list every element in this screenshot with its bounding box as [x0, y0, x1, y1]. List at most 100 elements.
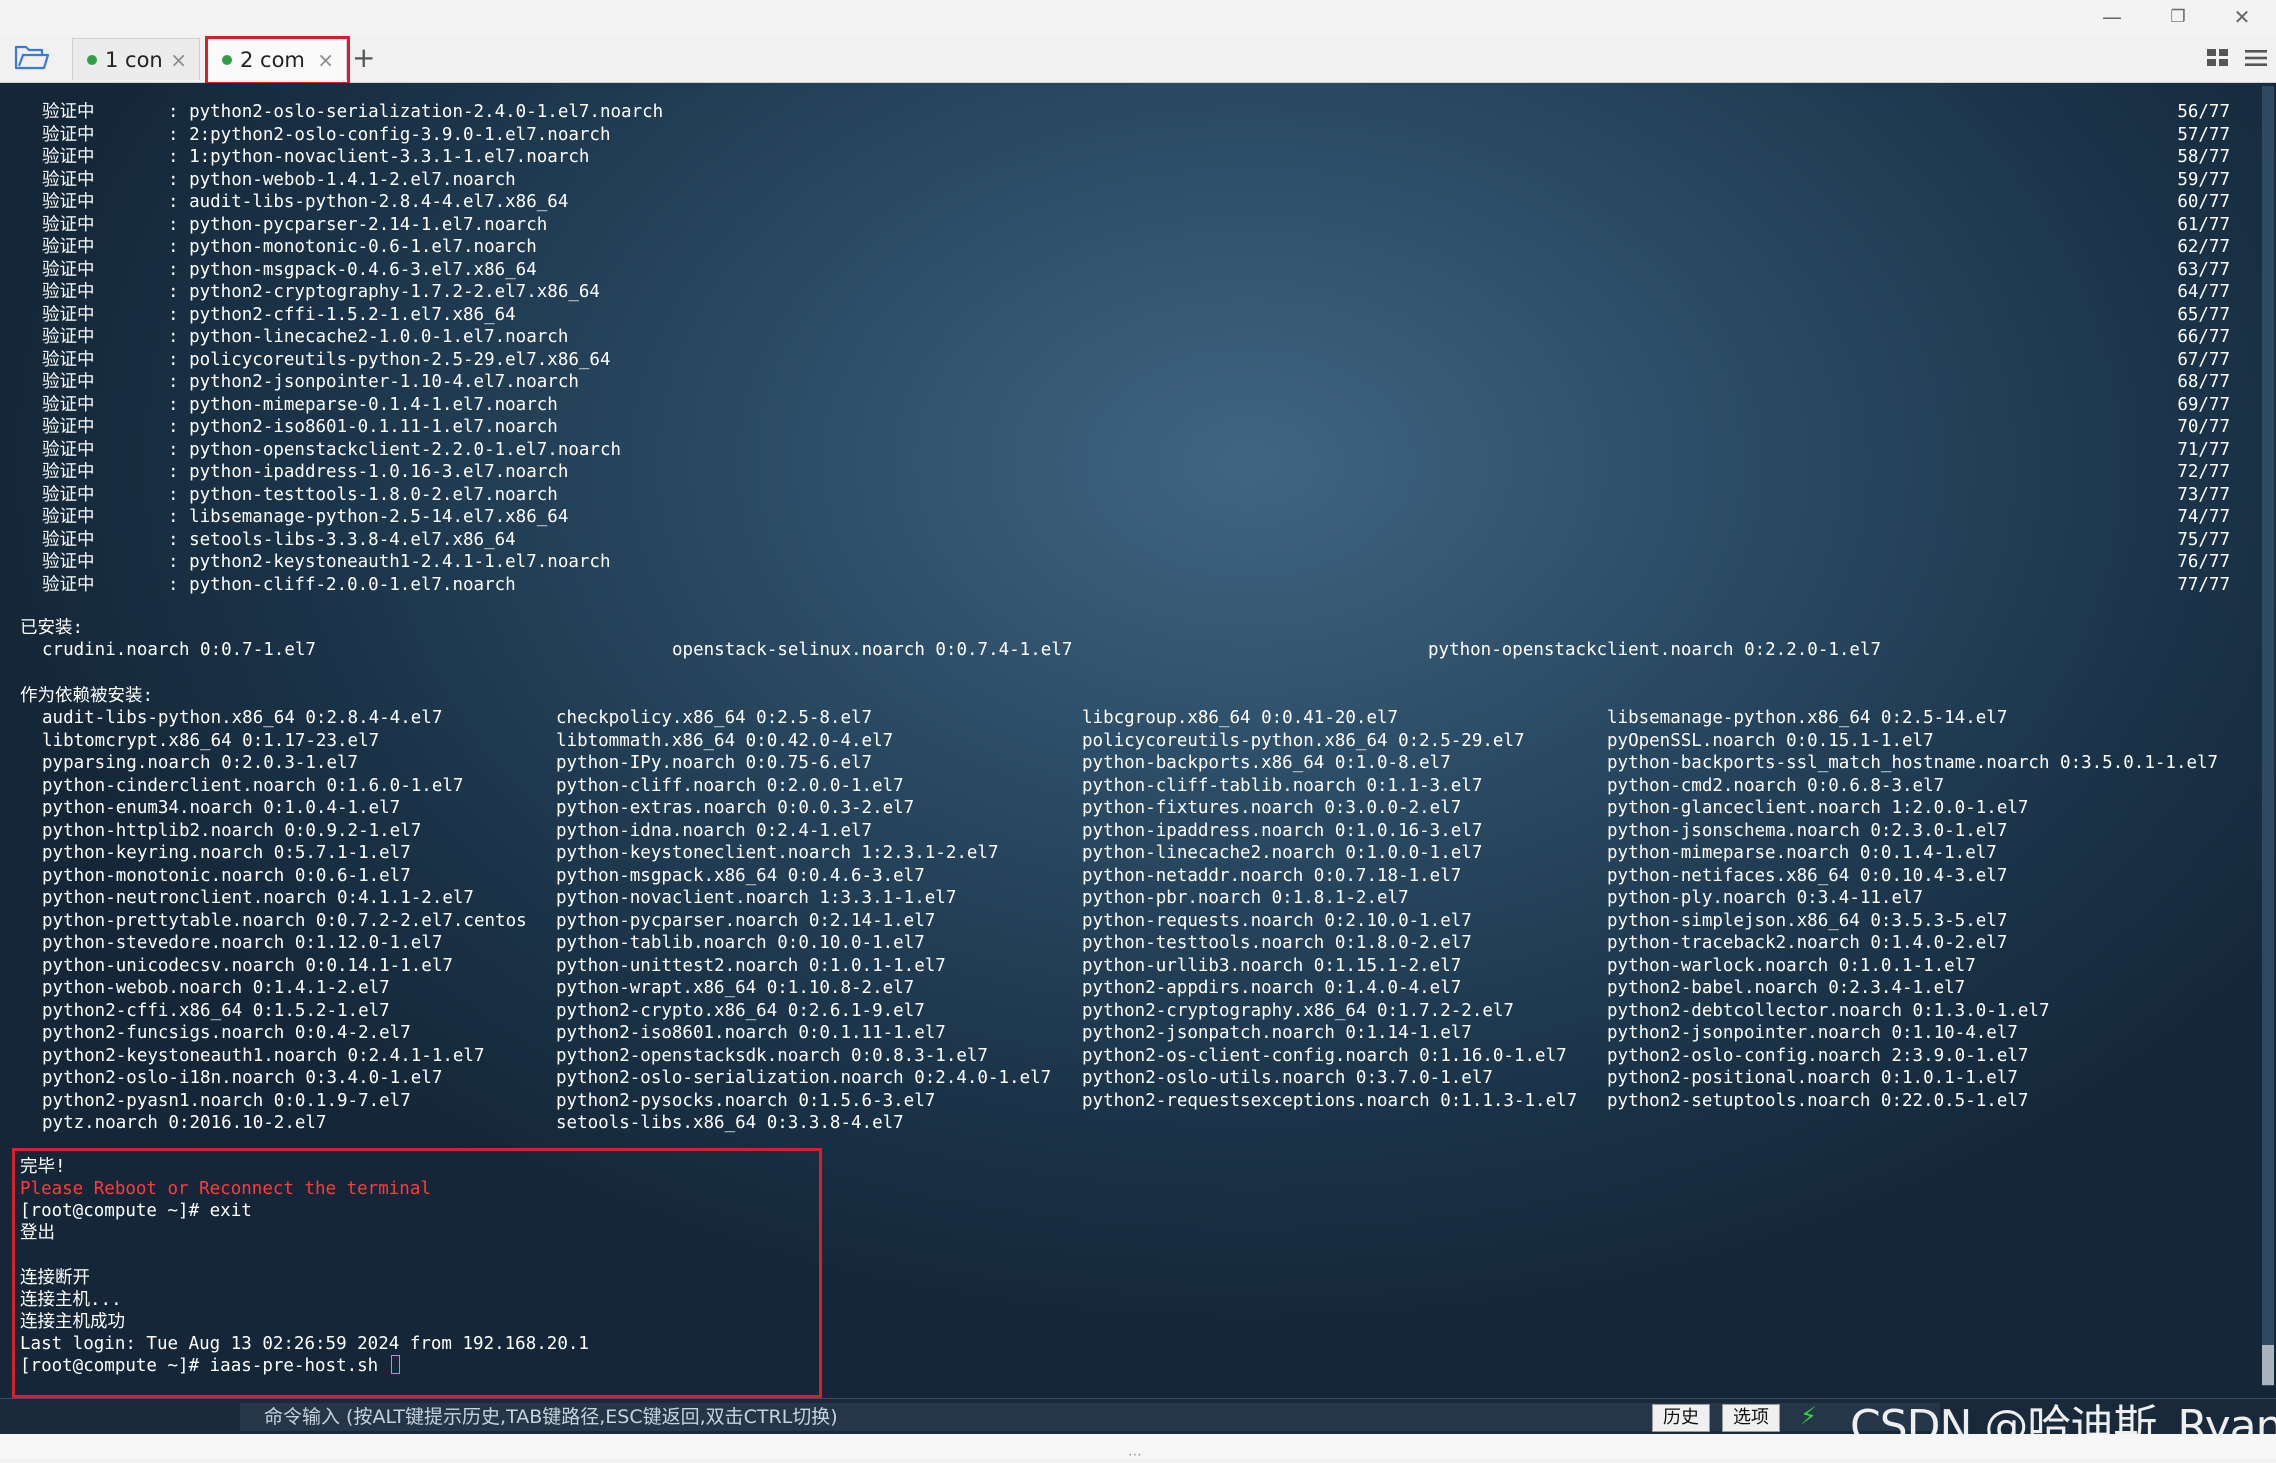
connecting-text: 连接主机...: [20, 1290, 122, 1310]
dependency-item: python2-jsonpatch.noarch 0:1.14-1.el7: [1082, 1023, 1472, 1043]
dependency-item: python-linecache2.noarch 0:1.0.0-1.el7: [1082, 843, 1483, 863]
verify-count: 68/77: [2177, 372, 2230, 392]
options-button[interactable]: 选项: [1722, 1404, 1780, 1432]
dependency-item: python-pycparser.noarch 0:2.14-1.el7: [556, 910, 936, 931]
verify-count: 67/77: [2177, 349, 2230, 370]
dependency-item: python-unicodecsv.noarch 0:0.14.1-1.el7: [42, 955, 453, 976]
restore-button[interactable]: ❐: [2148, 0, 2208, 34]
verify-package: : python-pycparser-2.14-1.el7.noarch: [168, 214, 548, 235]
verify-prefix: 验证中: [42, 394, 95, 415]
dependency-item: python-ipaddress.noarch 0:1.0.16-3.el7: [1082, 820, 1483, 841]
verify-prefix: 验证中: [42, 304, 95, 325]
dependency-item: python-cliff-tablib.noarch 0:1.1-3.el7: [1082, 775, 1483, 796]
session-status-dot: [222, 54, 232, 65]
shell-prompt-line[interactable]: [root@compute ~]# iaas-pre-host.sh: [20, 1355, 400, 1377]
dependency-item: python-httplib2.noarch 0:0.9.2-1.el7: [42, 820, 422, 841]
dependency-item: python-wrapt.x86_64 0:1.10.8-2.el7: [556, 978, 915, 998]
connected-text: 连接主机成功: [20, 1312, 125, 1332]
dependency-item: python2-jsonpointer.noarch 0:1.10-4.el7: [1607, 1023, 2018, 1043]
history-button[interactable]: 历史: [1652, 1404, 1710, 1432]
add-tab-button[interactable]: +: [352, 44, 375, 72]
verify-count: 64/77: [2177, 282, 2230, 302]
dependency-item: python-IPy.noarch 0:0.75-6.el7: [556, 753, 873, 773]
dependency-item: python-testtools.noarch 0:1.8.0-2.el7: [1082, 933, 1472, 953]
dependency-item: python-glanceclient.noarch 1:2.0.0-1.el7: [1607, 798, 2029, 818]
verify-count: 70/77: [2177, 417, 2230, 437]
dependency-item: python2-setuptools.noarch 0:22.0.5-1.el7: [1607, 1090, 2029, 1111]
dependency-item: python2-positional.noarch 0:1.0.1-1.el7: [1607, 1068, 2018, 1088]
tab-1-con[interactable]: 1 con ×: [72, 38, 200, 80]
open-folder-icon[interactable]: [14, 44, 54, 74]
verify-prefix: 验证中: [42, 462, 95, 482]
close-icon[interactable]: ×: [170, 48, 187, 72]
verify-package: : python-openstackclient-2.2.0-1.el7.noa…: [168, 439, 622, 460]
verify-prefix: 验证中: [42, 552, 95, 572]
dependency-item: python-idna.noarch 0:2.4-1.el7: [556, 820, 873, 841]
verify-count: 63/77: [2177, 259, 2230, 280]
dependency-item: python2-requestsexceptions.noarch 0:1.1.…: [1082, 1090, 1578, 1111]
resize-grip-icon[interactable]: ⋯: [1128, 1447, 1142, 1463]
verify-package: : python-msgpack-0.4.6-3.el7.x86_64: [168, 259, 537, 280]
verify-count: 62/77: [2177, 237, 2230, 257]
title-bar: — ❐ ✕: [0, 0, 2276, 34]
installed-item: crudini.noarch 0:0.7-1.el7: [42, 640, 316, 660]
verify-prefix: 验证中: [42, 169, 95, 190]
grid-view-icon[interactable]: [2206, 46, 2232, 72]
dependency-item: policycoreutils-python.x86_64 0:2.5-29.e…: [1082, 730, 1525, 751]
dependency-item: python-tablib.noarch 0:0.10.0-1.el7: [556, 933, 925, 953]
verify-prefix: 验证中: [42, 349, 95, 370]
dependency-item: python-mimeparse.noarch 0:0.1.4-1.el7: [1607, 843, 1997, 863]
verify-package: : libsemanage-python-2.5-14.el7.x86_64: [168, 507, 569, 527]
close-window-button[interactable]: ✕: [2212, 0, 2272, 34]
installed-item: python-openstackclient.noarch 0:2.2.0-1.…: [1428, 640, 1882, 660]
exit-command: [root@compute ~]# exit: [20, 1201, 252, 1221]
terminal-output[interactable]: 验证中: python2-oslo-serialization-2.4.0-1.…: [0, 83, 2276, 1398]
verify-prefix: 验证中: [42, 192, 95, 212]
verify-count: 71/77: [2177, 439, 2230, 460]
verify-package: : 1:python-novaclient-3.3.1-1.el7.noarch: [168, 147, 590, 167]
text-cursor: [390, 1355, 400, 1374]
lightning-icon[interactable]: ⚡: [1800, 1402, 1817, 1430]
done-text: 完毕!: [20, 1157, 66, 1177]
verify-count: 58/77: [2177, 147, 2230, 167]
dependency-item: python-netifaces.x86_64 0:0.10.4-3.el7: [1607, 865, 2008, 886]
dependency-item: python2-babel.noarch 0:2.3.4-1.el7: [1607, 978, 1966, 998]
verify-package: : 2:python2-oslo-config-3.9.0-1.el7.noar…: [168, 124, 611, 145]
dependency-item: libtommath.x86_64 0:0.42.0-4.el7: [556, 730, 894, 751]
verify-count: 75/77: [2177, 529, 2230, 550]
dependency-item: checkpolicy.x86_64 0:2.5-8.el7: [556, 708, 873, 728]
dependency-item: python2-pysocks.noarch 0:1.5.6-3.el7: [556, 1090, 936, 1111]
disconnected-text: 连接断开: [20, 1268, 90, 1288]
logout-text: 登出: [20, 1223, 55, 1243]
verify-package: : python2-cffi-1.5.2-1.el7.x86_64: [168, 304, 516, 325]
terminal-scrollbar[interactable]: [2262, 86, 2274, 1386]
verify-count: 74/77: [2177, 507, 2230, 527]
dependency-item: python-keyring.noarch 0:5.7.1-1.el7: [42, 843, 411, 863]
menu-icon[interactable]: [2244, 46, 2270, 72]
dependency-item: python2-iso8601.noarch 0:0.1.11-1.el7: [556, 1023, 946, 1043]
dependency-item: setools-libs.x86_64 0:3.3.8-4.el7: [556, 1113, 904, 1133]
verify-count: 69/77: [2177, 394, 2230, 415]
dependency-item: python2-os-client-config.noarch 0:1.16.0…: [1082, 1045, 1567, 1066]
dependency-item: python-backports-ssl_match_hostname.noar…: [1607, 753, 2219, 773]
dependency-item: python2-oslo-config.noarch 2:3.9.0-1.el7: [1607, 1045, 2029, 1066]
dependency-item: python-unittest2.noarch 0:1.0.1-1.el7: [556, 955, 946, 976]
tab-label: 1 con: [105, 47, 163, 72]
verify-count: 56/77: [2177, 102, 2230, 122]
last-login-text: Last login: Tue Aug 13 02:26:59 2024 fro…: [20, 1334, 589, 1354]
tab-label: 2 com: [240, 47, 305, 72]
dependency-item: python2-cryptography.x86_64 0:1.7.2-2.el…: [1082, 1000, 1514, 1021]
dependency-item: pyparsing.noarch 0:2.0.3-1.el7: [42, 753, 359, 773]
dependency-item: python-pbr.noarch 0:1.8.1-2.el7: [1082, 888, 1409, 908]
close-icon[interactable]: ×: [317, 48, 334, 72]
dependency-item: python-novaclient.noarch 1:3.3.1-1.el7: [556, 888, 957, 908]
dependency-item: libcgroup.x86_64 0:0.41-20.el7: [1082, 708, 1399, 728]
dependency-item: python2-crypto.x86_64 0:2.6.1-9.el7: [556, 1000, 925, 1021]
dependency-item: python-monotonic.noarch 0:0.6-1.el7: [42, 865, 411, 886]
scrollbar-thumb[interactable]: [2262, 1345, 2274, 1385]
verify-count: 72/77: [2177, 462, 2230, 482]
minimize-button[interactable]: —: [2082, 0, 2142, 34]
tab-2-com[interactable]: 2 com ×: [207, 38, 347, 80]
verify-package: : policycoreutils-python-2.5-29.el7.x86_…: [168, 349, 611, 370]
verify-package: : python-linecache2-1.0.0-1.el7.noarch: [168, 327, 569, 347]
